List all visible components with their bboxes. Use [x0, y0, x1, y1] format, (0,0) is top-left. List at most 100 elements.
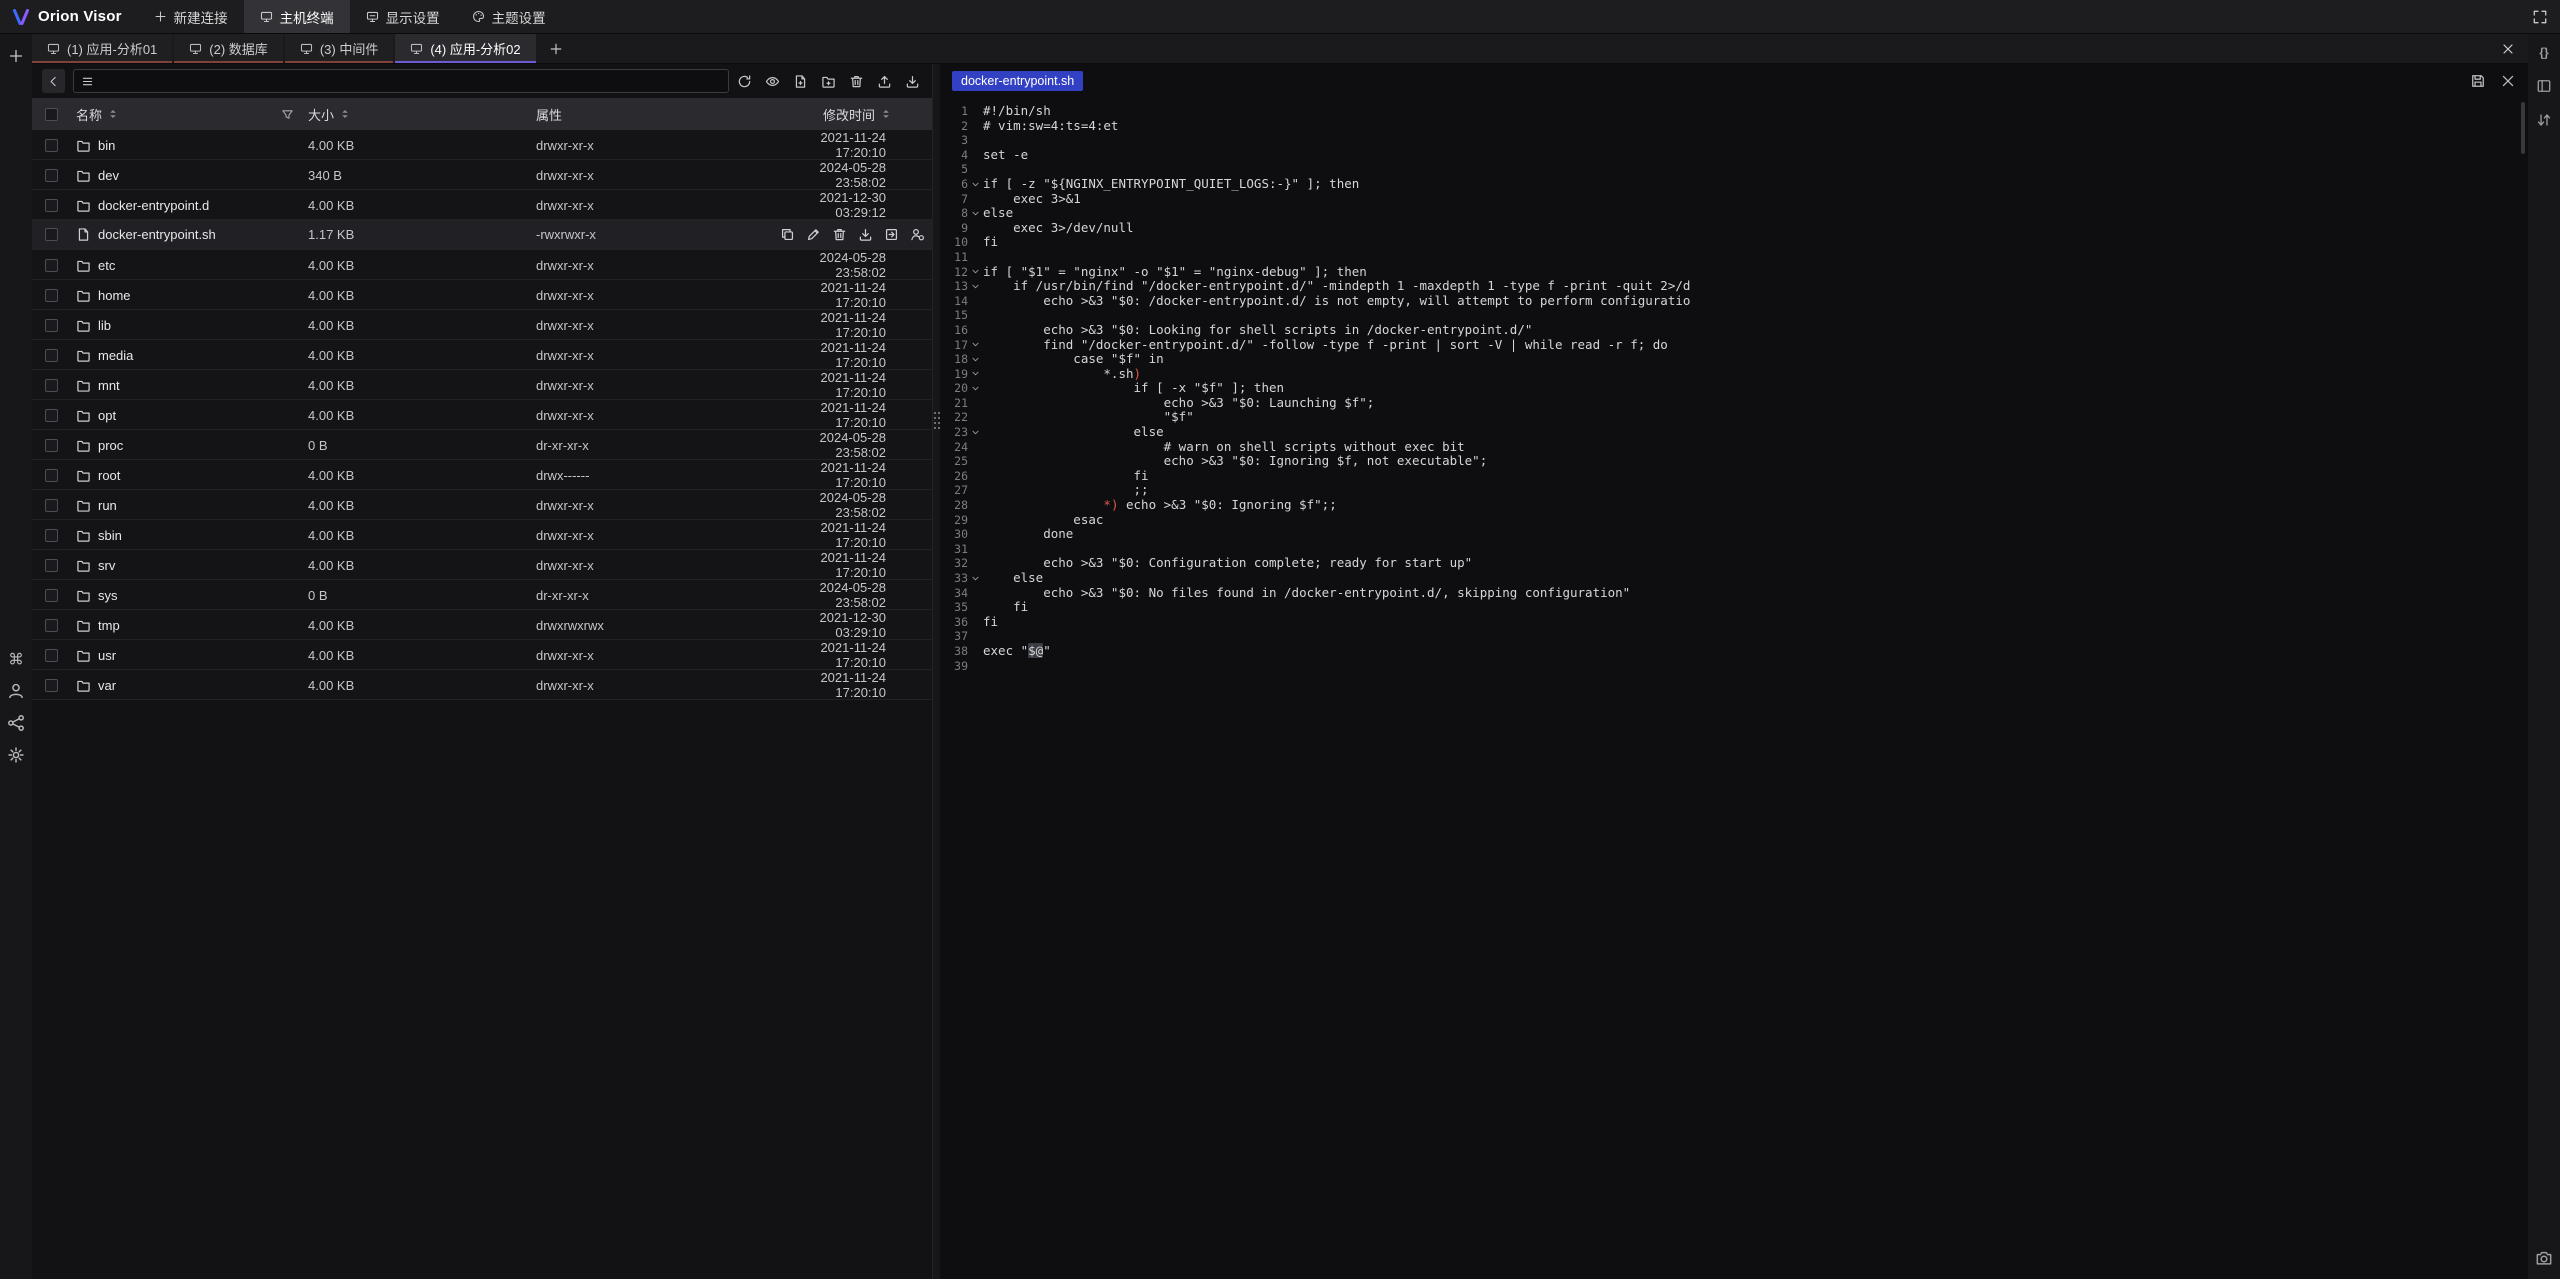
braces-icon[interactable]: {}: [2536, 44, 2552, 60]
new-session-tab-icon[interactable]: [538, 34, 574, 63]
fold-chevron-icon[interactable]: [968, 352, 983, 367]
row-checkbox[interactable]: [45, 679, 58, 692]
row-checkbox[interactable]: [45, 589, 58, 602]
file-row[interactable]: lib4.00 KBdrwxr-xr-x2021-11-24 17:20:10: [32, 310, 932, 340]
file-row[interactable]: docker-entrypoint.d4.00 KBdrwxr-xr-x2021…: [32, 190, 932, 220]
file-row[interactable]: etc4.00 KBdrwxr-xr-x2024-05-28 23:58:02: [32, 250, 932, 280]
fold-chevron-icon[interactable]: [968, 206, 983, 221]
download-icon[interactable]: [858, 227, 873, 242]
editor-scrollbar[interactable]: [2521, 102, 2525, 154]
refresh-icon[interactable]: [737, 74, 752, 89]
row-checkbox[interactable]: [45, 259, 58, 272]
session-tab[interactable]: (3) 中间件: [285, 34, 394, 63]
swap-lines-icon[interactable]: [2536, 112, 2552, 128]
editor-file-tab[interactable]: docker-entrypoint.sh: [952, 71, 1083, 91]
add-panel-icon[interactable]: [8, 34, 24, 64]
file-row[interactable]: sys0 Bdr-xr-xr-x2024-05-28 23:58:02: [32, 580, 932, 610]
file-row[interactable]: docker-entrypoint.sh1.17 KB-rwxrwxr-x: [32, 220, 932, 250]
download-icon[interactable]: [905, 74, 920, 89]
editor-close-icon[interactable]: [2500, 73, 2516, 89]
path-input[interactable]: [73, 69, 729, 93]
select-all-checkbox[interactable]: [45, 108, 58, 121]
row-checkbox[interactable]: [45, 559, 58, 572]
upload-icon[interactable]: [877, 74, 892, 89]
session-tab[interactable]: (2) 数据库: [174, 34, 283, 63]
menu-item[interactable]: 主机终端: [244, 0, 350, 33]
duplicate-icon[interactable]: [884, 227, 899, 242]
fullscreen-icon[interactable]: [2532, 9, 2548, 25]
delete-icon[interactable]: [832, 227, 847, 242]
row-checkbox[interactable]: [45, 499, 58, 512]
fold-chevron-icon[interactable]: [968, 265, 983, 280]
file-row[interactable]: home4.00 KBdrwxr-xr-x2021-11-24 17:20:10: [32, 280, 932, 310]
delete-icon[interactable]: [849, 74, 864, 89]
row-checkbox[interactable]: [45, 649, 58, 662]
column-name[interactable]: 名称: [76, 105, 102, 124]
file-row[interactable]: proc0 Bdr-xr-xr-x2024-05-28 23:58:02: [32, 430, 932, 460]
row-checkbox[interactable]: [45, 379, 58, 392]
row-checkbox[interactable]: [45, 289, 58, 302]
file-row[interactable]: tmp4.00 KBdrwxrwxrwx2021-12-30 03:29:10: [32, 610, 932, 640]
close-sessions-icon[interactable]: [2488, 34, 2528, 63]
path-menu-icon[interactable]: [81, 75, 94, 88]
permissions-icon[interactable]: [910, 227, 925, 242]
share-icon[interactable]: [7, 714, 25, 732]
file-row[interactable]: mnt4.00 KBdrwxr-xr-x2021-11-24 17:20:10: [32, 370, 932, 400]
session-tab[interactable]: (1) 应用-分析01: [32, 34, 172, 63]
file-row[interactable]: dev340 Bdrwxr-xr-x2024-05-28 23:58:02: [32, 160, 932, 190]
row-checkbox[interactable]: [45, 139, 58, 152]
row-checkbox[interactable]: [45, 349, 58, 362]
show-hidden-eye-icon[interactable]: [765, 74, 780, 89]
fold-chevron-icon[interactable]: [968, 571, 983, 586]
user-icon[interactable]: [7, 682, 25, 700]
code-lines[interactable]: 1#!/bin/sh2# vim:sw=4:ts=4:et34set -e56i…: [940, 98, 2528, 1279]
screenshot-icon[interactable]: [2535, 1249, 2553, 1267]
row-checkbox[interactable]: [45, 529, 58, 542]
row-checkbox[interactable]: [45, 199, 58, 212]
row-checkbox[interactable]: [45, 228, 58, 241]
file-row[interactable]: bin4.00 KBdrwxr-xr-x2021-11-24 17:20:10: [32, 130, 932, 160]
row-checkbox[interactable]: [45, 319, 58, 332]
row-checkbox[interactable]: [45, 169, 58, 182]
file-row[interactable]: root4.00 KBdrwx------2021-11-24 17:20:10: [32, 460, 932, 490]
fold-chevron-icon[interactable]: [968, 279, 983, 294]
file-row[interactable]: run4.00 KBdrwxr-xr-x2024-05-28 23:58:02: [32, 490, 932, 520]
session-tab[interactable]: (4) 应用-分析02: [395, 34, 535, 63]
save-icon[interactable]: [2470, 73, 2486, 89]
row-checkbox[interactable]: [45, 439, 58, 452]
row-checkbox[interactable]: [45, 619, 58, 632]
menu-item[interactable]: 显示设置: [350, 0, 456, 33]
sort-size-icon[interactable]: [339, 108, 351, 120]
back-button[interactable]: [42, 69, 65, 93]
settings-gear-icon[interactable]: [7, 746, 25, 764]
row-checkbox[interactable]: [45, 469, 58, 482]
code-line: 2# vim:sw=4:ts=4:et: [946, 119, 2528, 134]
file-row[interactable]: media4.00 KBdrwxr-xr-x2021-11-24 17:20:1…: [32, 340, 932, 370]
row-checkbox[interactable]: [45, 409, 58, 422]
fold-chevron-icon[interactable]: [968, 381, 983, 396]
file-row[interactable]: srv4.00 KBdrwxr-xr-x2021-11-24 17:20:10: [32, 550, 932, 580]
edit-icon[interactable]: [806, 227, 821, 242]
code-text: fi: [983, 600, 1028, 615]
file-row[interactable]: sbin4.00 KBdrwxr-xr-x2021-11-24 17:20:10: [32, 520, 932, 550]
new-folder-icon[interactable]: [821, 74, 836, 89]
fold-chevron-icon[interactable]: [968, 425, 983, 440]
file-row[interactable]: usr4.00 KBdrwxr-xr-x2021-11-24 17:20:10: [32, 640, 932, 670]
panel-resize-handle[interactable]: [932, 64, 940, 1279]
file-row[interactable]: opt4.00 KBdrwxr-xr-x2021-11-24 17:20:10: [32, 400, 932, 430]
sort-mtime-icon[interactable]: [880, 108, 892, 120]
sort-name-icon[interactable]: [107, 108, 119, 120]
file-row[interactable]: var4.00 KBdrwxr-xr-x2021-11-24 17:20:10: [32, 670, 932, 700]
menu-item[interactable]: 主题设置: [456, 0, 562, 33]
new-file-icon[interactable]: [793, 74, 808, 89]
fold-chevron-icon[interactable]: [968, 338, 983, 353]
panel-toggle-icon[interactable]: [2536, 78, 2552, 94]
filter-icon[interactable]: [281, 108, 294, 121]
column-size[interactable]: 大小: [308, 105, 334, 124]
column-mtime[interactable]: 修改时间: [823, 105, 875, 124]
command-palette-icon[interactable]: ⌘: [7, 650, 25, 668]
copy-icon[interactable]: [780, 227, 795, 242]
fold-chevron-icon[interactable]: [968, 367, 983, 382]
menu-item[interactable]: 新建连接: [138, 0, 244, 33]
fold-chevron-icon[interactable]: [968, 177, 983, 192]
